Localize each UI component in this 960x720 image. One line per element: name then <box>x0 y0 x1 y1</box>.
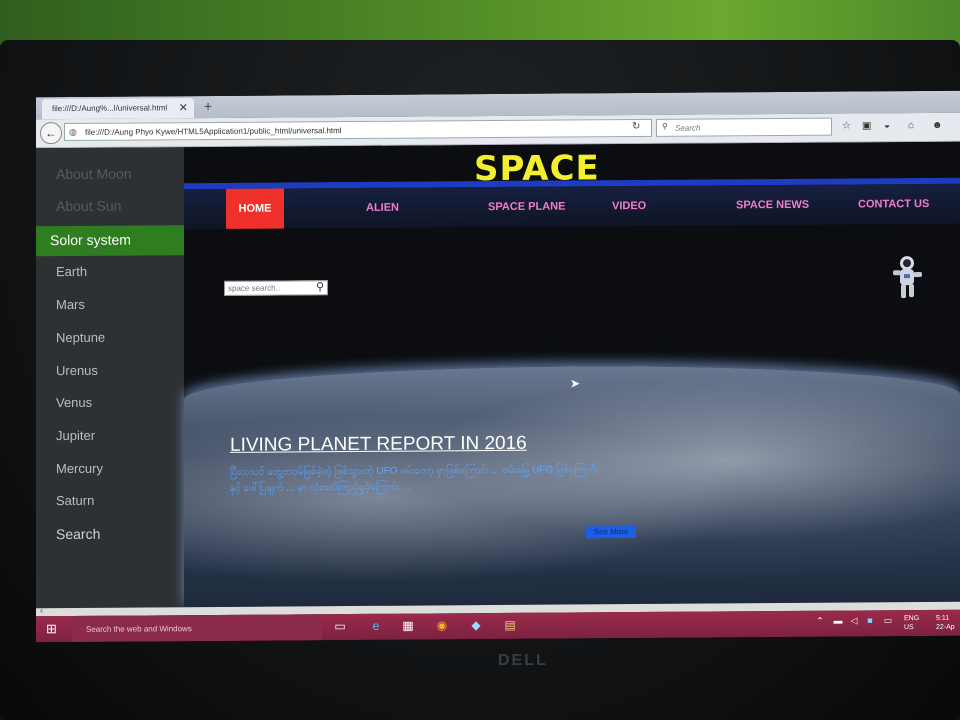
back-icon[interactable]: ← <box>40 122 62 145</box>
web-page: About Moon About Sun Solor system Earth … <box>36 141 960 609</box>
sidebar-item-mars[interactable]: Mars <box>36 290 184 321</box>
taskbar-search-input[interactable]: Search the web and Windows <box>72 614 322 642</box>
menu-item-alien[interactable]: ALIEN <box>366 202 399 214</box>
article-title[interactable]: LIVING PLANET REPORT IN 2016 <box>230 433 527 457</box>
url-text: file:///D:/Aung Phyo Kywe/HTML5Applicati… <box>85 126 342 137</box>
space-search-placeholder: space search.. <box>228 283 281 293</box>
file-explorer-icon[interactable]: ▤ <box>500 618 520 634</box>
task-view-icon[interactable]: ▭ <box>330 619 350 635</box>
sidebar-item-jupiter[interactable]: Jupiter <box>36 421 184 452</box>
language-indicator[interactable]: ENG US <box>904 614 919 632</box>
reload-icon[interactable]: ↻ <box>632 121 640 132</box>
article-body: ပြီးလသင် တွေ့ဘဝမ်ဖြစ်ခဲ့တဲ့ ဖြစ်သွားတဲ့ … <box>230 464 599 494</box>
sidebar-item-neptune[interactable]: Neptune <box>36 323 184 354</box>
sidebar-item-mercury[interactable]: Mercury <box>36 454 184 485</box>
menu-item-space-news[interactable]: SPACE NEWS <box>736 199 809 212</box>
home-icon[interactable]: ⌂ <box>908 120 914 131</box>
browser-search-placeholder: Search <box>675 123 701 133</box>
notification-icon[interactable]: ▭ <box>878 615 898 631</box>
sidebar-item-about-sun[interactable]: About Sun <box>36 191 184 222</box>
see-more-button[interactable]: See More <box>586 526 636 539</box>
app-tray-icon[interactable]: ■ <box>860 615 880 631</box>
search-icon: ⚲ <box>662 121 668 131</box>
astronaut-image <box>893 256 922 299</box>
globe-icon: ◍ <box>69 126 77 137</box>
scroll-left-icon[interactable]: ‹ <box>40 605 43 615</box>
pocket-icon[interactable]: ◒ <box>884 120 890 131</box>
clock-time: 5:11 <box>936 614 950 622</box>
sidebar: About Moon About Sun Solor system Earth … <box>36 147 184 609</box>
sidebar-item-venus[interactable]: Venus <box>36 388 184 419</box>
tray-arrow-icon[interactable]: ⌃ <box>810 616 830 632</box>
taskbar-search-placeholder: Search the web and Windows <box>86 624 192 634</box>
lang-line-2: US <box>904 624 914 632</box>
edge-icon[interactable]: e <box>366 619 386 635</box>
clipboard-icon[interactable]: ▣ <box>862 120 871 131</box>
store-icon[interactable]: ▦ <box>398 619 418 635</box>
app-cube-icon[interactable]: ◆ <box>466 618 486 634</box>
sidebar-item-about-moon[interactable]: About Moon <box>36 159 184 190</box>
clock-date: 22-Ap <box>936 623 955 631</box>
main-content: SPACE HOME ALIEN SPACE PLANE VIDEO SPACE… <box>184 141 960 608</box>
star-icon[interactable]: ☆ <box>842 121 851 132</box>
sidebar-item-solar-system[interactable]: Solor system <box>36 225 184 257</box>
smiley-icon[interactable]: ☻ <box>932 120 943 131</box>
main-menu: HOME ALIEN SPACE PLANE VIDEO SPACE NEWS … <box>184 183 960 230</box>
sidebar-item-search[interactable]: Search <box>36 519 184 550</box>
windows-start-icon[interactable]: ⊞ <box>46 621 57 637</box>
close-icon[interactable]: ✕ <box>179 101 188 114</box>
sidebar-item-saturn[interactable]: Saturn <box>36 486 184 517</box>
browser-tab[interactable]: file:///D:/Aung%...l/universal.html ✕ <box>42 98 194 120</box>
menu-item-contact-us[interactable]: CONTACT US <box>858 198 929 210</box>
search-icon[interactable]: ⚲ <box>316 280 324 293</box>
dell-logo: DELL <box>498 652 548 669</box>
menu-item-home[interactable]: HOME <box>226 188 284 229</box>
sidebar-item-urenus[interactable]: Urenus <box>36 356 184 387</box>
sidebar-item-earth[interactable]: Earth <box>36 257 184 288</box>
new-tab-icon[interactable]: + <box>204 98 212 114</box>
mouse-cursor-icon: ➤ <box>570 376 581 391</box>
tab-title: file:///D:/Aung%...l/universal.html <box>52 103 168 114</box>
menu-item-video[interactable]: VIDEO <box>612 200 646 212</box>
menu-item-space-plane[interactable]: SPACE PLANE <box>488 201 565 214</box>
clock[interactable]: 5:11 22-Ap <box>936 614 955 632</box>
firefox-icon[interactable]: ◉ <box>432 618 452 634</box>
laptop-screen: file:///D:/Aung%...l/universal.html ✕ + … <box>36 90 960 643</box>
lang-line-1: ENG <box>904 615 920 623</box>
space-search-input[interactable]: space search.. ⚲ <box>224 280 328 296</box>
url-bar[interactable]: ◍ file:///D:/Aung Phyo Kywe/HTML5Applica… <box>64 118 652 142</box>
browser-search-input[interactable]: ⚲ Search <box>656 117 832 137</box>
